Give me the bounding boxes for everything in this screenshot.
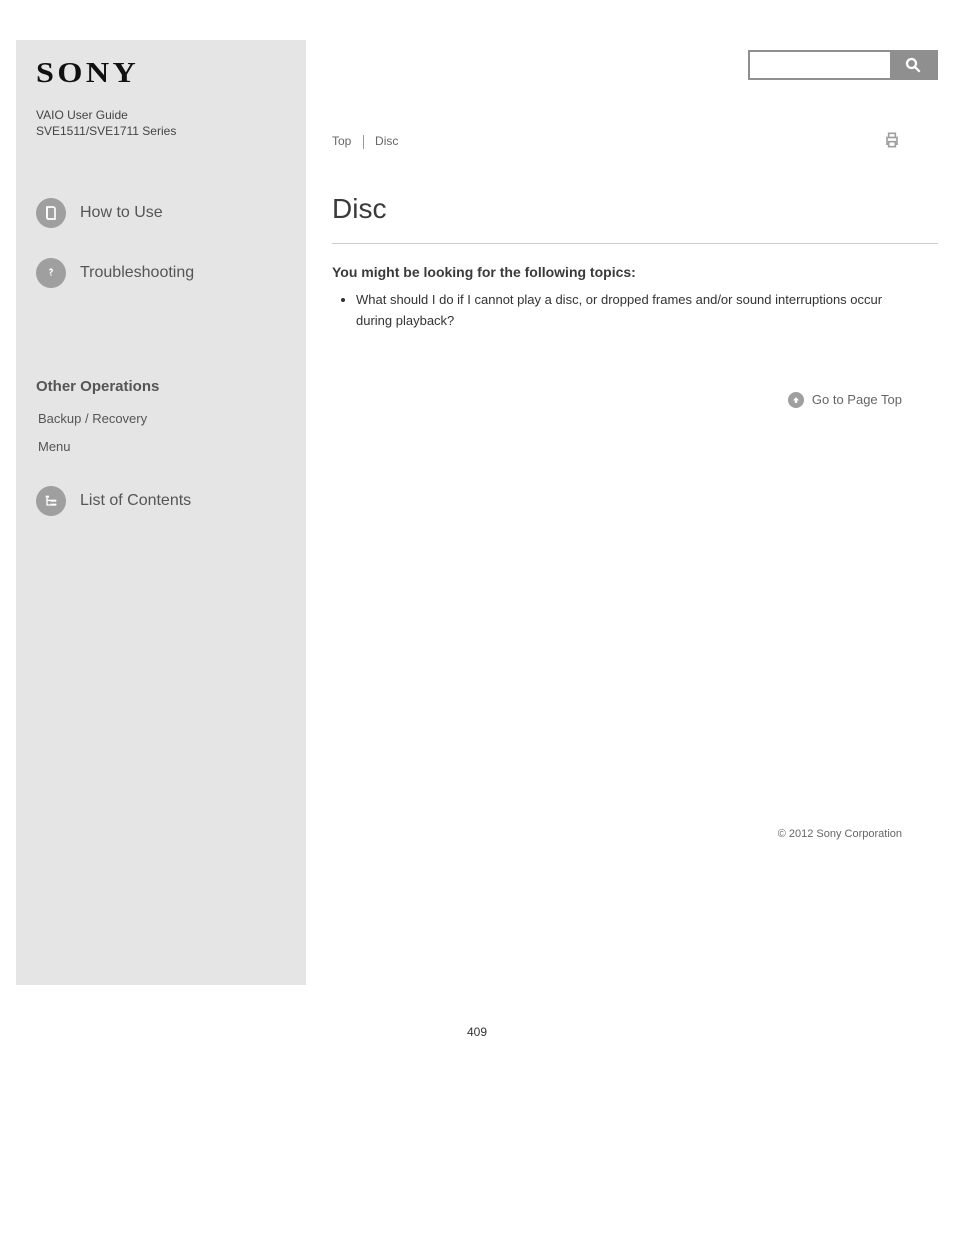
article-subhead: You might be looking for the following t… bbox=[332, 264, 938, 280]
sidebar: SONY VAIO User Guide SVE1511/SVE1711 Ser… bbox=[16, 40, 306, 985]
breadcrumb-separator bbox=[363, 135, 364, 149]
breadcrumb-current: Disc bbox=[375, 134, 398, 148]
page-number: 409 bbox=[0, 1025, 954, 1039]
nav-item-label: How to Use bbox=[80, 204, 163, 222]
arrow-up-icon bbox=[788, 392, 804, 408]
breadcrumb: Top Disc bbox=[332, 134, 398, 149]
brand-logo: SONY bbox=[36, 58, 324, 90]
other-operations-heading: Other Operations bbox=[36, 378, 286, 395]
search-button[interactable] bbox=[890, 52, 936, 78]
list-item[interactable]: What should I do if I cannot play a disc… bbox=[356, 290, 902, 332]
nav-item-label: Troubleshooting bbox=[80, 264, 194, 282]
list-tree-icon bbox=[36, 486, 66, 516]
top-bar bbox=[332, 40, 938, 90]
search-icon bbox=[904, 56, 922, 74]
copyright: © 2012 Sony Corporation bbox=[332, 828, 902, 840]
go-to-top-label: Go to Page Top bbox=[812, 392, 902, 407]
print-button[interactable] bbox=[882, 130, 902, 153]
nav-how-to-use[interactable]: How to Use bbox=[36, 198, 286, 228]
sidebar-link-backup-recovery[interactable]: Backup / Recovery bbox=[38, 409, 286, 429]
topic-list: What should I do if I cannot play a disc… bbox=[332, 290, 902, 332]
breadcrumb-top[interactable]: Top bbox=[332, 134, 351, 148]
search-input[interactable] bbox=[750, 52, 890, 78]
print-icon bbox=[882, 130, 902, 150]
question-icon bbox=[36, 258, 66, 288]
sidebar-link-menu[interactable]: Menu bbox=[38, 437, 286, 457]
title-rule bbox=[332, 243, 938, 244]
nav-list-of-contents[interactable]: List of Contents bbox=[36, 486, 286, 516]
page-title: Disc bbox=[332, 193, 938, 225]
main-content: Top Disc Disc You might be looking for t… bbox=[306, 40, 938, 985]
nav-item-label: List of Contents bbox=[80, 492, 191, 510]
go-to-top[interactable]: Go to Page Top bbox=[332, 392, 902, 408]
topic-link[interactable]: What should I do if I cannot play a disc… bbox=[356, 292, 882, 328]
book-icon bbox=[36, 198, 66, 228]
nav-troubleshooting[interactable]: Troubleshooting bbox=[36, 258, 286, 288]
search-box bbox=[748, 50, 938, 80]
product-line: VAIO User Guide bbox=[36, 108, 286, 122]
product-series: SVE1511/SVE1711 Series bbox=[36, 124, 286, 138]
